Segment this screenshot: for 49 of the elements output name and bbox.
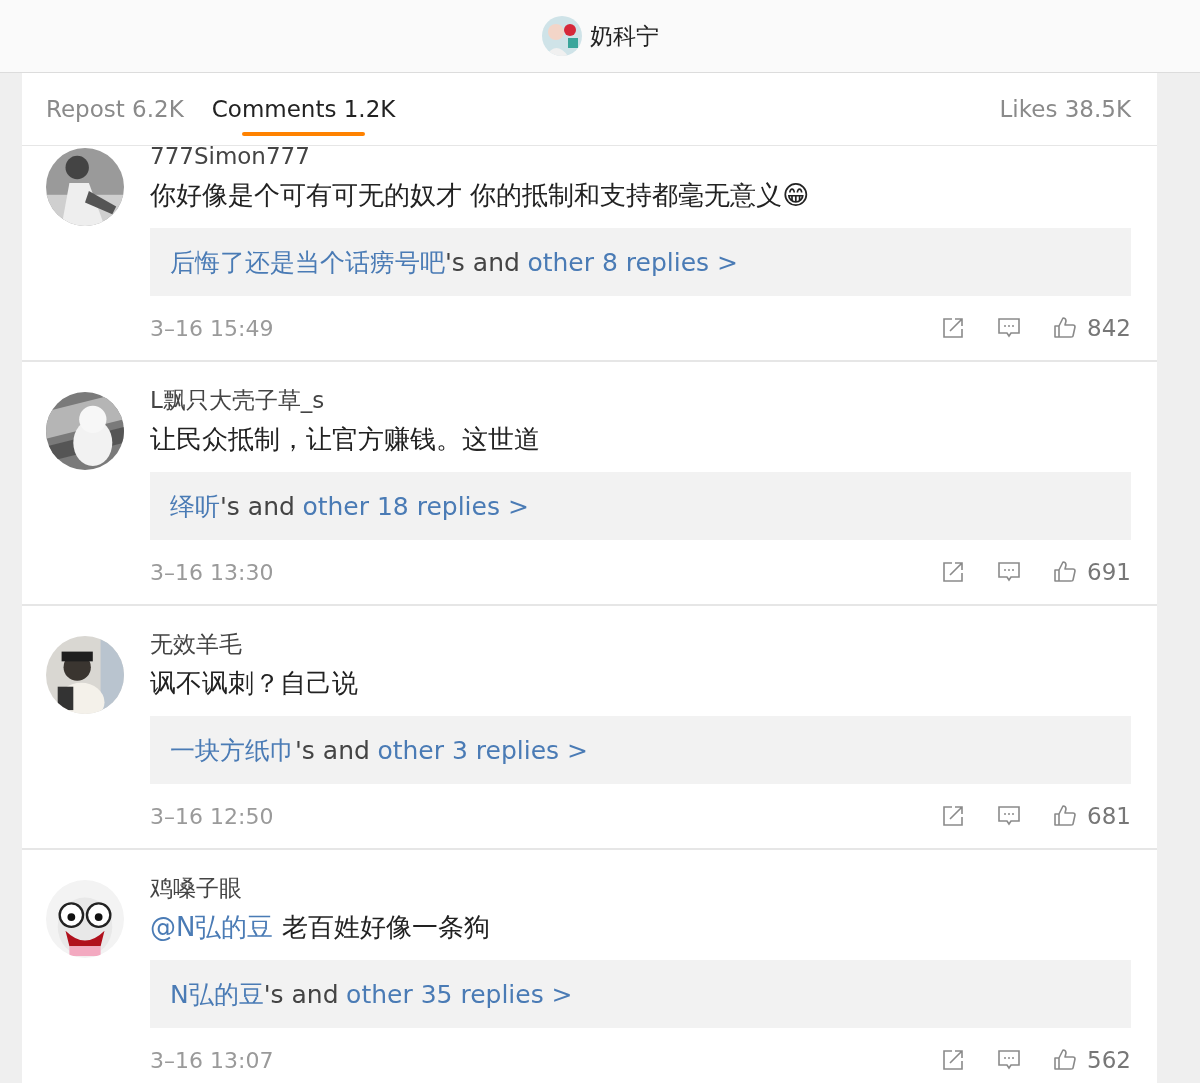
like-button[interactable]: 562 <box>1053 1047 1131 1073</box>
comment-text: 老百姓好像一条狗 <box>281 912 490 942</box>
comment-icon[interactable] <box>997 560 1022 584</box>
comment-text: 讽不讽刺？自己说 <box>150 668 358 698</box>
like-button[interactable]: 681 <box>1053 803 1131 829</box>
thumbs-up-icon <box>1053 804 1078 828</box>
tab[interactable]: Repost 6.2K <box>46 82 184 136</box>
comment-text: 你好像是个可有可无的奴才 你的抵制和支持都毫无意义😁 <box>150 180 810 210</box>
comment-icon[interactable] <box>997 1048 1022 1072</box>
replies-text: 's and <box>263 979 339 1009</box>
replies-text: 's and <box>445 247 520 277</box>
more-replies-link[interactable]: other 18 replies > <box>302 491 529 521</box>
mention-link[interactable]: @N弘的豆 <box>150 912 274 942</box>
share-icon[interactable] <box>941 560 966 584</box>
username[interactable]: 无效羊毛 <box>150 630 1131 658</box>
more-replies-link[interactable]: other 8 replies > <box>527 247 738 277</box>
reply-author-link[interactable]: 后悔了还是当个话痨号吧 <box>170 245 445 279</box>
username[interactable]: 777Simon777 <box>150 146 1131 170</box>
timestamp: 3–16 12:50 <box>150 803 274 829</box>
account-name: 奶科宁 <box>589 21 659 51</box>
share-icon[interactable] <box>941 1048 966 1072</box>
tab[interactable]: Likes 38.5K <box>999 82 1131 136</box>
replies-panel[interactable]: N弘的豆's and other 35 replies > <box>150 960 1131 1028</box>
replies-panel[interactable]: 绎听's and other 18 replies > <box>150 472 1131 540</box>
reply-author-link[interactable]: 绎听 <box>170 489 220 523</box>
comment-text: 让民众抵制，让官方赚钱。这世道 <box>150 424 540 454</box>
share-icon[interactable] <box>941 316 966 340</box>
thumbs-up-icon <box>1053 560 1078 584</box>
replies-panel[interactable]: 后悔了还是当个话痨号吧's and other 8 replies > <box>150 228 1131 296</box>
timestamp: 3–16 13:30 <box>150 559 274 585</box>
tab[interactable]: Comments 1.2K <box>211 82 396 136</box>
thumbs-up-icon <box>1053 316 1078 340</box>
timestamp: 3–16 15:49 <box>150 315 274 341</box>
username[interactable]: L飘只大壳子草_s <box>150 386 1131 414</box>
like-button[interactable]: 691 <box>1053 559 1131 585</box>
like-button[interactable]: 842 <box>1053 315 1131 341</box>
more-replies-link[interactable]: other 35 replies > <box>346 979 573 1009</box>
reply-author-link[interactable]: N弘的豆 <box>170 977 264 1011</box>
replies-panel[interactable]: 一块方纸巾's and other 3 replies > <box>150 716 1131 784</box>
comment-icon[interactable] <box>997 316 1022 340</box>
username[interactable]: 鸡嗓子眼 <box>150 874 1131 902</box>
timestamp: 3–16 13:07 <box>150 1047 274 1073</box>
replies-text: 's and <box>220 491 295 521</box>
comment-icon[interactable] <box>997 804 1022 828</box>
replies-text: 's and <box>295 735 370 765</box>
thumbs-up-icon <box>1053 1048 1078 1072</box>
more-replies-link[interactable]: other 3 replies > <box>377 735 588 765</box>
share-icon[interactable] <box>941 804 966 828</box>
reply-author-link[interactable]: 一块方纸巾 <box>170 733 295 767</box>
